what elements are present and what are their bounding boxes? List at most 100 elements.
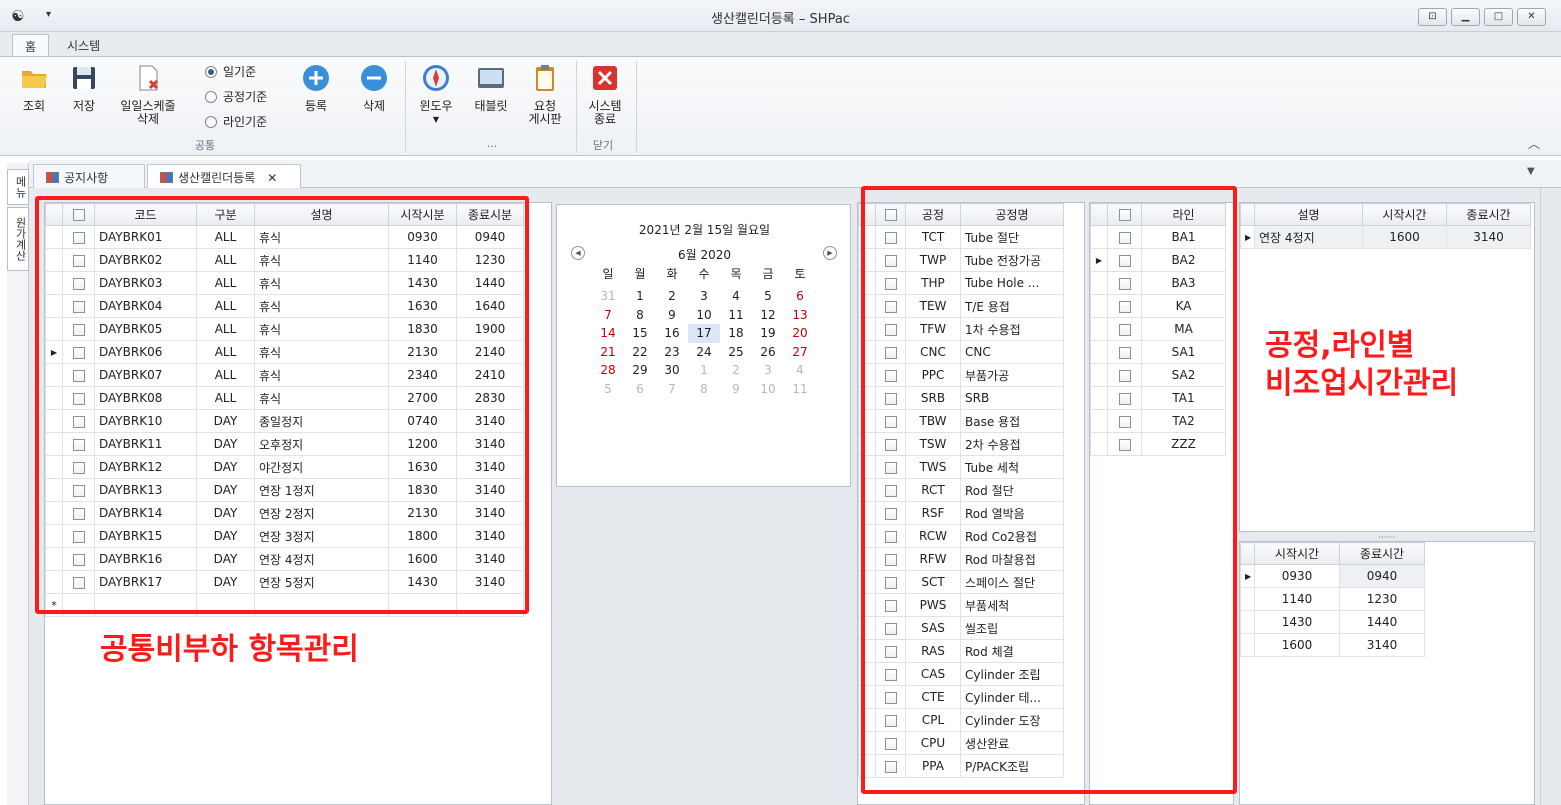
calendar-day[interactable]: 25 xyxy=(720,343,752,362)
ribbon-collapse-icon[interactable]: ︿ xyxy=(1528,135,1540,152)
calendar-day[interactable]: 11 xyxy=(784,380,816,399)
cell-end-time[interactable]: 1230 xyxy=(1339,587,1425,611)
cell-start-time[interactable]: 1140 xyxy=(1254,587,1340,611)
cell-end-time[interactable]: 1440 xyxy=(1339,610,1425,634)
calendar-day[interactable]: 11 xyxy=(720,306,752,325)
restore-layout-button[interactable]: ⊡ xyxy=(1418,8,1447,26)
tab-list-dropdown-icon[interactable]: ▼ xyxy=(1527,166,1535,177)
delete-button[interactable]: 삭제 xyxy=(352,63,396,113)
query-button[interactable]: 조회 xyxy=(12,63,56,113)
minimize-button[interactable]: ▁ xyxy=(1451,8,1480,26)
col-start-time[interactable]: 시작시간 xyxy=(1254,542,1340,565)
cell-start-time[interactable]: 0930 xyxy=(1254,564,1340,588)
radio-process[interactable]: 공정기준 xyxy=(205,88,295,108)
ribbon-tab-system[interactable]: 시스템 xyxy=(55,34,112,57)
calendar-day[interactable]: 3 xyxy=(752,361,784,380)
calendar-day[interactable]: 19 xyxy=(752,324,784,343)
calendar-day[interactable]: 5 xyxy=(752,287,784,306)
request-board-button[interactable]: 요청 게시판 xyxy=(522,63,568,126)
calendar-day[interactable]: 22 xyxy=(624,343,656,362)
col-start-time[interactable]: 시작시간 xyxy=(1362,203,1447,226)
calendar-day[interactable]: 20 xyxy=(784,324,816,343)
calendar-day[interactable]: 30 xyxy=(656,361,688,380)
system-exit-button[interactable]: 시스템 종료 xyxy=(582,63,628,126)
calendar-day[interactable]: 28 xyxy=(592,361,624,380)
calendar-day[interactable]: 1 xyxy=(688,361,720,380)
col-desc[interactable]: 설명 xyxy=(1254,203,1363,226)
calendar-day[interactable]: 14 xyxy=(592,324,624,343)
calendar-day[interactable]: 1 xyxy=(624,287,656,306)
table-row[interactable]: 1430 1440 xyxy=(1240,610,1425,634)
table-row[interactable]: ▶ 0930 0940 xyxy=(1240,564,1425,588)
tab-close-icon[interactable]: ✕ xyxy=(267,171,277,185)
calendar-day[interactable]: 13 xyxy=(784,306,816,325)
table-row[interactable]: 1600 3140 xyxy=(1240,633,1425,657)
calendar-day[interactable]: 6 xyxy=(624,380,656,399)
calendar-day[interactable]: 12 xyxy=(752,306,784,325)
radio-daily-indicator[interactable] xyxy=(205,66,217,78)
calendar-day[interactable]: 17 xyxy=(688,324,720,343)
calendar-day[interactable]: 16 xyxy=(656,324,688,343)
calendar-day[interactable]: 15 xyxy=(624,324,656,343)
calendar-day[interactable]: 24 xyxy=(688,343,720,362)
calendar-day[interactable]: 29 xyxy=(624,361,656,380)
calendar-day[interactable]: 2 xyxy=(656,287,688,306)
calendar-day[interactable]: 7 xyxy=(656,380,688,399)
row-indicator[interactable]: ▶ xyxy=(1240,225,1255,249)
calendar-today-text[interactable]: 2021년 2월 15일 월요일 xyxy=(557,221,852,238)
maximize-button[interactable]: □ xyxy=(1484,8,1513,26)
cell-end-time[interactable]: 3140 xyxy=(1339,633,1425,657)
calendar-day[interactable]: 31 xyxy=(592,287,624,306)
window-dropdown-icon[interactable]: ▼ xyxy=(414,113,458,126)
col-end-time[interactable]: 종료시간 xyxy=(1339,542,1425,565)
side-tab-cost[interactable]: 원가계산 xyxy=(7,207,29,271)
calendar-day[interactable]: 23 xyxy=(656,343,688,362)
calendar-next-month-icon[interactable]: ▶ xyxy=(823,246,837,260)
calendar-day[interactable]: 5 xyxy=(592,380,624,399)
row-indicator[interactable]: ▶ xyxy=(1240,564,1255,588)
calendar-day[interactable]: 6 xyxy=(784,287,816,306)
calendar-day[interactable]: 4 xyxy=(784,361,816,380)
cell-start-time[interactable]: 1600 xyxy=(1254,633,1340,657)
table-row[interactable]: ▶ 연장 4정지 1600 3140 xyxy=(1240,225,1531,249)
cell-desc[interactable]: 연장 4정지 xyxy=(1254,225,1363,249)
calendar-day[interactable]: 8 xyxy=(688,380,720,399)
window-button[interactable]: 윈도우 ▼ xyxy=(414,63,458,126)
row-indicator[interactable] xyxy=(1240,633,1255,657)
calendar-day[interactable]: 18 xyxy=(720,324,752,343)
calendar-day[interactable]: 9 xyxy=(720,380,752,399)
close-window-button[interactable]: ✕ xyxy=(1517,8,1546,26)
calendar-day[interactable]: 21 xyxy=(592,343,624,362)
side-tab-menu[interactable]: 메뉴 xyxy=(7,169,29,205)
calendar-month-title[interactable]: 6월 2020 xyxy=(557,246,852,263)
ribbon-tab-home[interactable]: 홈 xyxy=(12,34,50,57)
doc-tab-calendar[interactable]: 생산캘린더등록 ✕ xyxy=(147,164,301,188)
radio-line-indicator[interactable] xyxy=(205,116,217,128)
calendar-day[interactable]: 7 xyxy=(592,306,624,325)
cell-start-time[interactable]: 1430 xyxy=(1254,610,1340,634)
calendar-day[interactable]: 4 xyxy=(720,287,752,306)
doc-tab-notice[interactable]: 공지사항 xyxy=(33,164,145,188)
radio-line[interactable]: 라인기준 xyxy=(205,113,295,133)
cell-start-time[interactable]: 1600 xyxy=(1362,225,1447,249)
calendar-day[interactable]: 2 xyxy=(720,361,752,380)
radio-daily[interactable]: 일기준 xyxy=(205,63,295,83)
daily-schedule-delete-button[interactable]: 일일스케줄 삭제 xyxy=(110,63,186,126)
calendar-day[interactable]: 8 xyxy=(624,306,656,325)
table-row[interactable]: 1140 1230 xyxy=(1240,587,1425,611)
cell-end-time[interactable]: 0940 xyxy=(1339,564,1425,588)
register-button[interactable]: 등록 xyxy=(294,63,338,113)
save-button[interactable]: 저장 xyxy=(62,63,106,113)
cell-end-time[interactable]: 3140 xyxy=(1446,225,1531,249)
calendar-day[interactable]: 10 xyxy=(688,306,720,325)
col-end-time[interactable]: 종료시간 xyxy=(1446,203,1531,226)
row-indicator[interactable] xyxy=(1240,610,1255,634)
calendar-day[interactable]: 27 xyxy=(784,343,816,362)
calendar-day[interactable]: 3 xyxy=(688,287,720,306)
tablet-button[interactable]: 태블릿 xyxy=(468,63,514,113)
calendar-day[interactable]: 9 xyxy=(656,306,688,325)
calendar-day[interactable]: 26 xyxy=(752,343,784,362)
calendar-day[interactable]: 10 xyxy=(752,380,784,399)
row-indicator[interactable] xyxy=(1240,587,1255,611)
radio-process-indicator[interactable] xyxy=(205,91,217,103)
